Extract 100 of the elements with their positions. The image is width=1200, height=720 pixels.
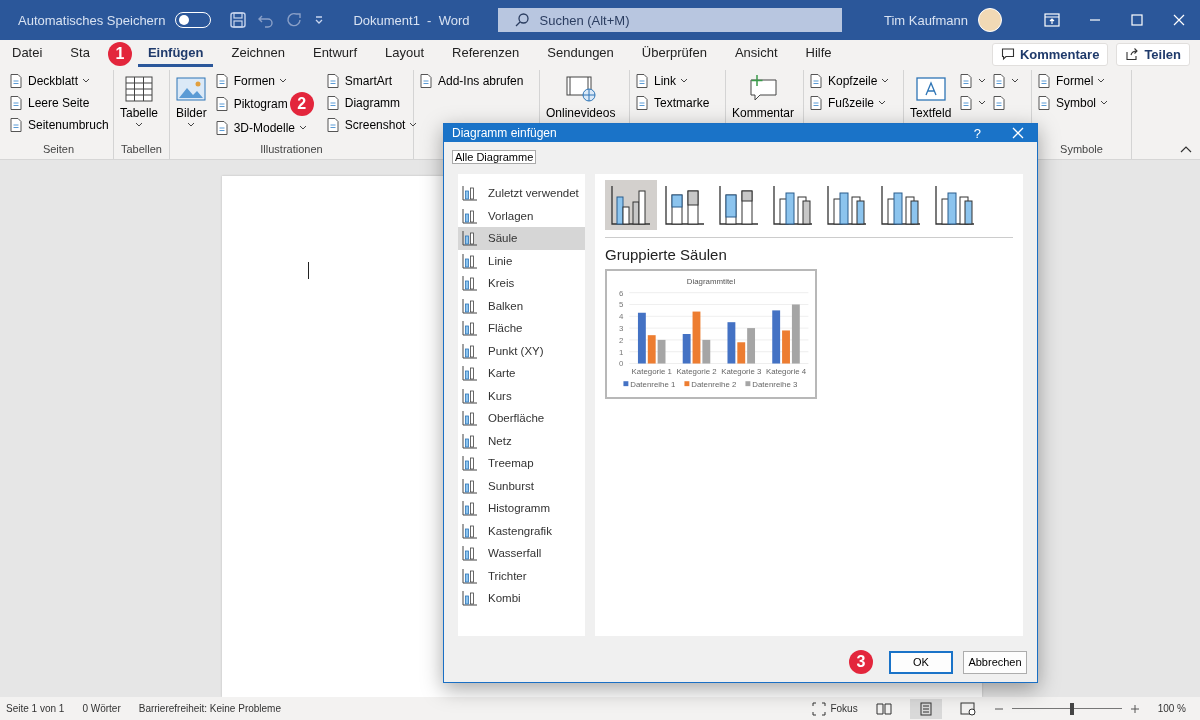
chart-type-item[interactable]: Oberfläche [458,407,585,430]
redo-icon[interactable] [285,11,304,29]
ribbon-button[interactable]: Textfeld [908,70,954,124]
chart-type-item[interactable]: Wasserfall [458,542,585,565]
comments-button[interactable]: Kommentare [991,42,1109,66]
close-icon[interactable] [1011,126,1025,140]
group-label: Seiten [41,143,76,157]
ribbon-tab[interactable]: Referenzen [442,41,530,67]
chart-icon [462,230,478,247]
document-icon [418,72,434,89]
chart-type-item[interactable]: Linie [458,249,585,272]
ribbon-tab[interactable]: Überprüfen [631,41,717,67]
ribbon-button[interactable]: Fußzeile [808,92,886,113]
dialog-tab[interactable]: Alle Diagramme [452,150,537,164]
ribbon-button[interactable]: SmartArt [324,70,393,91]
save-icon[interactable] [229,11,248,29]
focus-frame-icon [812,701,827,716]
legend-entry: Datenreihe 3 [745,380,798,390]
document-title: Dokument1 - Word [353,12,470,28]
zoom-percent[interactable]: 100 % [1157,703,1186,714]
ribbon-tab[interactable]: Hilfe [795,41,842,67]
chart-icon [462,410,478,427]
chart-subtype-thumbnail[interactable] [605,180,657,230]
ribbon-button[interactable]: Kommentar [730,70,797,124]
document-icon [808,94,824,111]
status-text: 0 Wörter [82,703,121,714]
ribbon-display-icon[interactable] [1044,13,1060,27]
document-icon [1036,72,1052,89]
chart-type-item[interactable]: Vorlagen [458,204,585,227]
search-field[interactable]: Suchen (Alt+M) [539,12,820,28]
ribbon-button[interactable]: Link [634,70,688,91]
ribbon-button[interactable]: Screenshot [324,114,418,135]
web-layout-icon[interactable] [959,701,976,716]
ribbon-tab[interactable]: Entwurf [302,41,368,67]
document-icon [324,72,341,89]
chart-type-item[interactable]: Säule [458,227,585,250]
chart-type-item[interactable]: Kurs [458,384,585,407]
chart-icon [462,500,478,517]
ribbon-button[interactable]: Diagramm [324,92,401,113]
document-icon [324,116,341,133]
chart-type-item[interactable]: Balken [458,294,585,317]
search-bar[interactable]: Suchen (Alt+M) [497,8,842,32]
group-label: Illustrationen [259,143,324,157]
focus-button[interactable]: Fokus [812,701,858,716]
chart-type-item[interactable]: Trichter [458,564,585,587]
read-mode-icon[interactable] [875,701,892,716]
chart-type-item[interactable]: Treemap [458,452,585,475]
chart-type-item[interactable]: Netz [458,429,585,452]
ok-button[interactable]: OK [889,650,953,674]
ribbon-button[interactable]: 3D-Modelle [213,117,308,138]
document-icon [958,72,975,89]
document-icon [808,72,824,89]
cancel-button[interactable]: Abbrechen [963,650,1027,674]
chart-type-item[interactable]: Fläche [458,317,585,340]
ribbon-button[interactable]: Textmarke [634,92,710,113]
chart-icon [462,432,478,449]
chart-type-item[interactable]: Kastengrafik [458,519,585,542]
ribbon-button[interactable]: Seitenumbruch [8,114,109,135]
zoom-in-icon[interactable] [1129,703,1140,714]
ribbon-button[interactable]: Formel [1036,70,1106,91]
chart-type-item[interactable]: Punkt (XY) [458,339,585,362]
ribbon-button[interactable]: Formen [213,70,288,91]
chart-type-item[interactable]: Kombi [458,587,585,610]
ribbon-button[interactable]: Deckblatt [8,70,91,91]
ribbon-tab[interactable]: Ansicht [724,41,788,67]
ribbon-tab[interactable]: Zeichnen [221,41,295,67]
film-globe-icon [564,74,597,104]
avatar[interactable] [978,8,1002,32]
ribbon-tab[interactable]: Sendungen [537,41,624,67]
ribbon-button[interactable]: Leere Seite [8,92,90,113]
text-cursor [308,262,309,279]
document-icon [958,94,975,111]
collapse-ribbon-icon[interactable] [1180,145,1192,153]
document-icon [8,116,24,133]
ribbon-tab[interactable]: Layout [375,41,435,67]
ribbon-button[interactable]: Symbol [1036,92,1108,113]
chart-type-item[interactable]: Zuletzt verwendet [458,182,585,205]
print-layout-icon[interactable] [919,701,932,716]
chart-icon [462,365,478,382]
help-button[interactable]: ? [973,125,981,141]
document-icon [991,94,1008,111]
chart-type-item[interactable]: Sunburst [458,474,585,497]
ribbon-button[interactable]: Kopfzeile [808,70,890,91]
picture-icon [176,74,207,104]
chart-type-item[interactable]: Histogramm [458,497,585,520]
ribbon-button[interactable]: Bilder [174,70,209,132]
chart-icon [462,387,478,404]
chart-type-item[interactable]: Karte [458,362,585,385]
ribbon-tab[interactable]: Datei [2,41,53,67]
chart-type-item[interactable]: Kreis [458,272,585,295]
close-icon[interactable] [1172,13,1186,27]
ribbon-button[interactable]: Piktogram [213,93,288,115]
ribbon-button[interactable]: Add-Ins abrufen [418,70,524,91]
document-icon [213,96,230,112]
maximize-icon[interactable] [1130,13,1144,27]
share-button[interactable]: Teilen [1116,42,1190,66]
ribbon-tab[interactable]: Sta [60,41,100,67]
legend-entry: Datenreihe 1 [623,380,676,390]
document-icon [8,72,24,89]
ribbon-button[interactable]: Tabelle [118,70,161,132]
